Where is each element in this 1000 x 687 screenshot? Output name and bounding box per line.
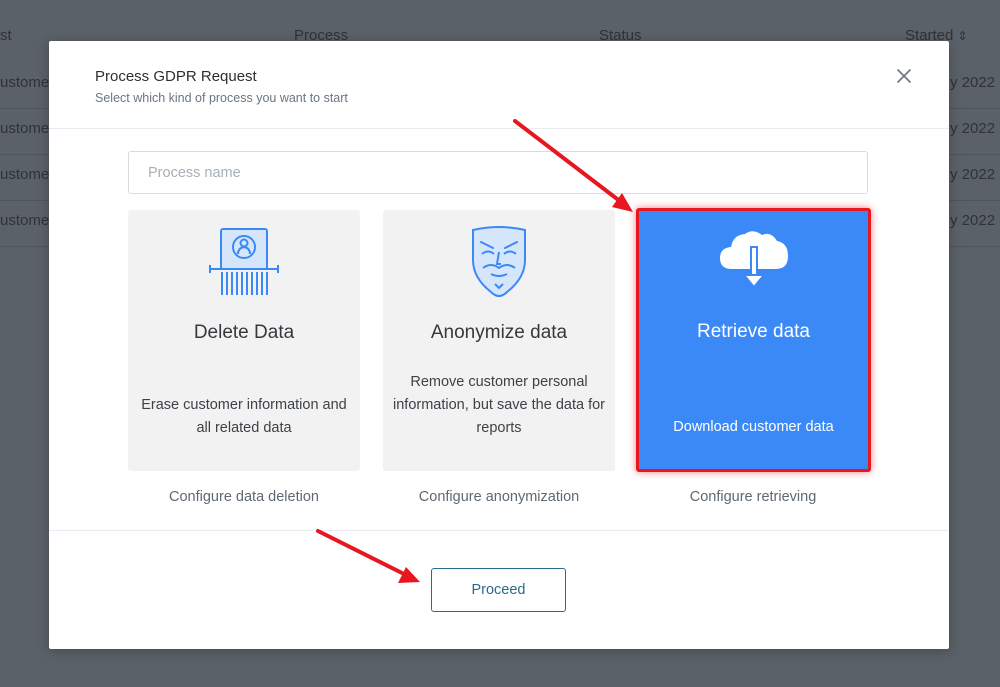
process-name-input[interactable] [128, 151, 868, 194]
delete-data-card[interactable]: Delete Data Erase customer information a… [128, 210, 360, 471]
card-title: Delete Data [193, 322, 295, 343]
card-description: Erase customer information and all relat… [141, 397, 347, 436]
row-started: y 2022 [950, 120, 996, 137]
row-started: y 2022 [950, 212, 996, 229]
close-icon[interactable] [893, 65, 915, 87]
configure-anonymization-link[interactable]: Configure anonymization [383, 489, 615, 505]
row-customer: ustome [0, 74, 50, 91]
row-customer: ustome [0, 120, 50, 137]
modal-subtitle: Select which kind of process you want to… [95, 91, 348, 105]
modal-title: Process GDPR Request [95, 68, 257, 85]
footer-divider [49, 530, 949, 531]
card-title: Anonymize data [430, 322, 568, 343]
card-description: Download customer data [673, 419, 834, 435]
modal-header: Process GDPR Request Select which kind o… [49, 41, 949, 129]
card-description: Remove customer personal information, bu… [393, 374, 605, 436]
configure-retrieving-link[interactable]: Configure retrieving [637, 489, 869, 505]
mask-icon [383, 226, 615, 302]
row-started: y 2022 [950, 74, 996, 91]
document-shredder-icon [128, 226, 360, 302]
row-started: y 2022 [950, 166, 996, 183]
anonymize-data-card[interactable]: Anonymize data Remove customer personal … [383, 210, 615, 471]
retrieve-data-card[interactable]: Retrieve data Download customer data [636, 208, 871, 472]
sort-icon[interactable]: ⇕ [957, 29, 967, 43]
column-header-request: st [0, 27, 12, 44]
proceed-button[interactable]: Proceed [431, 568, 566, 612]
gdpr-request-modal: Process GDPR Request Select which kind o… [49, 41, 949, 649]
card-title: Retrieve data [696, 321, 810, 342]
cloud-download-icon [639, 225, 868, 301]
row-customer: ustome [0, 212, 50, 229]
configure-deletion-link[interactable]: Configure data deletion [128, 489, 360, 505]
row-customer: ustome [0, 166, 50, 183]
